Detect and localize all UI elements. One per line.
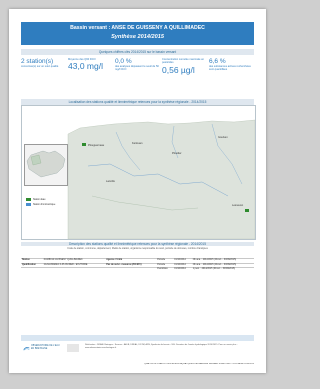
legend-item: Station Eau (26, 198, 55, 201)
svg-text:Goulven: Goulven (218, 135, 228, 139)
legend-item: Station limnimétrique (26, 203, 55, 206)
table-cell (42, 267, 106, 272)
title-banner: Bassin versant : ANSE DE GUISSENY A QUIL… (21, 22, 254, 45)
station-map: Plouguerneau Kerlouan Plouider Goulven L… (21, 105, 256, 240)
stat-dco-mean: Moyenne des Q90 DCO 43,0 mg/l (68, 58, 108, 71)
stat-dco-exceed: 0,0 % des analyses dépassent le seuil de… (115, 58, 159, 72)
legend-swatch (26, 203, 31, 206)
partner-logo (67, 344, 79, 352)
station-marker (82, 143, 86, 146)
legend-swatch (26, 198, 31, 201)
legend-label: Station Eau (33, 198, 46, 201)
page-subtitle: Synthèse 2014/2015 (111, 34, 164, 40)
stat-pesticides-value: 0,56 µg/l (162, 64, 195, 75)
stat-substances-label: des substances actives recherchées sont … (209, 65, 251, 72)
footer-bottom-line: QUALITE DE L'EAU ET DES MILIEUX AQUATIQU… (144, 363, 254, 365)
table-cell: 1 pest. : 2014/2015 (01/oct. - 30/09/201… (191, 267, 254, 272)
stations-description-subheading: Code de station, commune, département, l… (67, 247, 208, 250)
key-figures: 2 station(s) concernée(s) sur un suivi q… (21, 58, 254, 100)
stat-substances-value: 6,6 % (209, 58, 226, 65)
legend-label: Station limnimétrique (33, 203, 56, 206)
stat-pesticides-label: Concentration cumulée maximale en pestic… (162, 58, 205, 65)
stat-substances: 6,6 % des substances actives recherchées… (209, 58, 254, 72)
svg-text:Lannilis: Lannilis (106, 179, 115, 183)
table-row: Pesticides 01/10/2014 1 pest. : 2014/201… (21, 267, 254, 272)
brittany-inset-map (24, 144, 68, 186)
stat-pesticides: Concentration cumulée maximale en pestic… (162, 58, 206, 75)
stations-description-heading: Description des stations qualité et limn… (21, 242, 254, 246)
svg-text:Plouider: Plouider (172, 151, 182, 155)
page-title: Bassin versant : ANSE DE GUISSENY A QUIL… (70, 25, 205, 31)
observatoire-logo: OBSERVATOIRE DE L'EAU EN BRETAGNE (23, 344, 63, 352)
stat-stations: 2 station(s) concernée(s) sur un suivi q… (21, 58, 65, 68)
document-page: Bassin versant : ANSE DE GUISSENY A QUIL… (9, 9, 266, 373)
stat-dco-exceed-label: des analyses dépassent le seuil de 50 mg… (115, 65, 159, 72)
table-cell: 01/10/2014 (173, 267, 192, 272)
table-cell (105, 267, 157, 272)
stat-stations-value: 2 station(s) (21, 58, 54, 65)
svg-text:Lesneven: Lesneven (232, 203, 244, 207)
stat-dco-exceed-value: 0,0 % (115, 58, 132, 65)
stations-table: Station 04168012 GUISSENY QUILLIMADEC Ag… (21, 258, 254, 272)
map-legend: Station Eau Station limnimétrique (26, 198, 55, 208)
stat-dco-mean-value: 43,0 mg/l (68, 61, 103, 72)
key-figures-heading: Quelques chiffres clés 2014/2015 sur le … (21, 49, 254, 55)
svg-text:Kerlouan: Kerlouan (132, 141, 143, 145)
station-marker (245, 209, 249, 212)
footer-bar (21, 335, 254, 341)
table-cell (21, 267, 43, 272)
svg-text:Plouguerneau: Plouguerneau (88, 143, 105, 147)
table-cell: Pesticides (156, 267, 174, 272)
footer-note: Réalisation : DREAL Bretagne - Sources :… (85, 344, 238, 349)
stat-stations-label: concernée(s) sur un suivi qualité (21, 65, 59, 68)
logo-text: OBSERVATOIRE DE L'EAU EN BRETAGNE (31, 345, 60, 350)
